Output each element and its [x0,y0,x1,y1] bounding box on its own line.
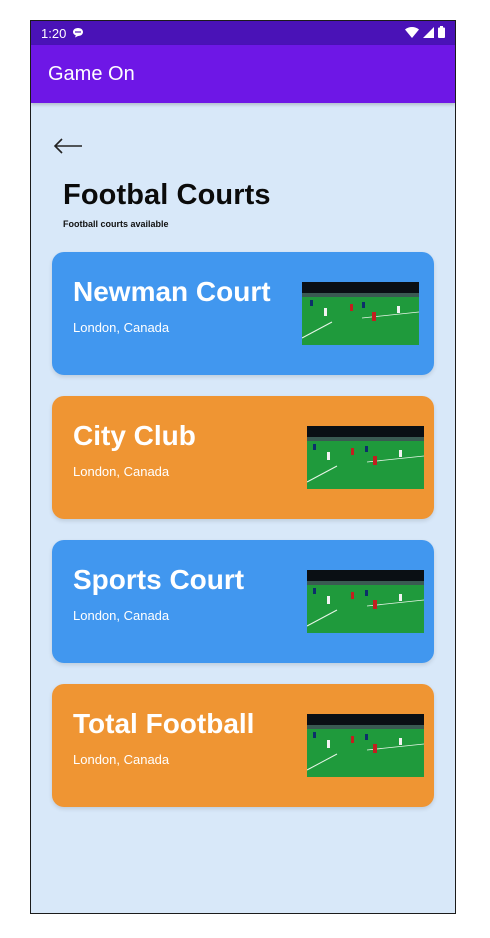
wifi-icon [405,26,419,41]
app-title: Game On [48,62,135,85]
chat-bubble-icon [72,26,84,41]
back-button[interactable] [51,133,85,163]
court-thumbnail [307,570,424,633]
court-thumbnail [307,426,424,489]
court-location: London, Canada [73,752,170,767]
status-bar: 1:20 [31,21,455,45]
page-title: Footbal Courts [63,179,271,211]
battery-icon [438,25,445,41]
court-card-newman[interactable]: Newman Court London, Canada [52,252,434,375]
phone-screen: 1:20 Game On Footbal Courts Football cou… [30,20,456,914]
court-card-sports-court[interactable]: Sports Court London, Canada [52,540,434,663]
signal-icon [423,26,434,41]
status-right [405,25,445,41]
status-left: 1:20 [41,26,84,41]
court-location: London, Canada [73,320,170,335]
court-location: London, Canada [73,608,170,623]
court-location: London, Canada [73,464,170,479]
court-thumbnail [302,282,419,345]
court-thumbnail [307,714,424,777]
status-time: 1:20 [41,25,67,41]
court-name: City Club [73,420,196,451]
court-name: Total Football [73,708,255,739]
page-subtitle: Football courts available [63,219,169,229]
app-bar: Game On [31,45,455,103]
back-arrow-icon [53,137,83,159]
court-card-city-club[interactable]: City Club London, Canada [52,396,434,519]
court-name: Newman Court [73,276,271,307]
court-card-total-football[interactable]: Total Football London, Canada [52,684,434,807]
court-name: Sports Court [73,564,245,595]
